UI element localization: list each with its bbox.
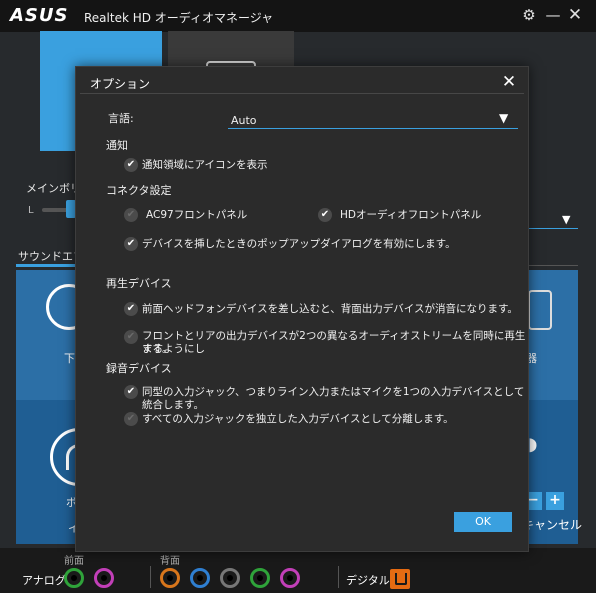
multistream-option-cont[interactable]: ます。: [142, 343, 172, 356]
rear-pink-jack[interactable]: [280, 568, 300, 588]
jack-divider: [338, 566, 339, 588]
rear-green-jack[interactable]: [250, 568, 270, 588]
minimize-icon[interactable]: —: [544, 6, 562, 24]
checkmark-icon[interactable]: ✔: [124, 330, 138, 344]
jack-divider: [150, 566, 151, 588]
dropdown-arrow-icon[interactable]: ▼: [562, 213, 570, 226]
language-select-underline: [228, 128, 518, 129]
rear-jacks-label: 背面: [160, 556, 180, 567]
analog-label: アナログ: [22, 574, 66, 587]
hd-front-panel-option[interactable]: HDオーディオフロントパネル: [340, 209, 481, 222]
popup-dialog-option[interactable]: デバイスを挿したときのポップアップダイアログを有効にします。: [142, 238, 456, 251]
front-green-jack[interactable]: [64, 568, 84, 588]
close-icon[interactable]: ✕: [566, 6, 584, 24]
ac97-front-panel-option[interactable]: AC97フロントパネル: [146, 209, 247, 222]
recording-heading: 録音デバイス: [106, 362, 172, 375]
connector-heading: コネクタ設定: [106, 184, 172, 197]
app-title: Realtek HD オーディオマネージャ: [84, 11, 274, 25]
dropdown-arrow-icon[interactable]: ▼: [499, 111, 508, 125]
checkmark-icon[interactable]: ✔: [124, 412, 138, 426]
close-icon[interactable]: ✕: [498, 71, 520, 93]
rear-orange-jack[interactable]: [160, 568, 180, 588]
gear-icon[interactable]: ⚙: [520, 6, 538, 24]
language-label: 言語:: [108, 112, 134, 125]
checkmark-icon[interactable]: ✔: [124, 208, 138, 222]
checkmark-icon[interactable]: ✔: [124, 385, 138, 399]
notify-heading: 通知: [106, 139, 128, 152]
digital-label: デジタル: [346, 574, 390, 587]
tab-active-indicator: [16, 264, 84, 267]
front-jacks-label: 前面: [64, 556, 84, 567]
merge-inputs-option[interactable]: 同型の入力ジャック、つまりライン入力またはマイクを1つの入力デバイスとして統合し…: [142, 386, 528, 412]
checkmark-icon[interactable]: ✔: [124, 237, 138, 251]
playback-heading: 再生デバイス: [106, 277, 172, 290]
show-tray-icon-option[interactable]: 通知領域にアイコンを表示: [142, 159, 267, 172]
dialog-divider: [80, 93, 524, 94]
checkmark-icon[interactable]: ✔: [124, 302, 138, 316]
checkmark-icon[interactable]: ✔: [318, 208, 332, 222]
brand-logo: ASUS: [10, 5, 69, 26]
options-dialog: オプション ✕ 言語: Auto ▼ 通知 ✔ 通知領域にアイコンを表示 コネク…: [75, 66, 529, 552]
increase-button[interactable]: +: [546, 492, 564, 510]
mute-rear-option[interactable]: 前面ヘッドフォンデバイスを差し込むと、背面出力デバイスが消音になります。: [142, 303, 518, 316]
dialog-title: オプション: [90, 77, 151, 91]
volume-left-label: L: [28, 205, 34, 216]
separate-inputs-option[interactable]: すべての入力ジャックを独立した入力デバイスとして分離します。: [142, 413, 454, 426]
front-pink-jack[interactable]: [94, 568, 114, 588]
title-bar: ASUS Realtek HD オーディオマネージャ ⚙ — ✕: [0, 0, 596, 32]
optical-port-icon[interactable]: [390, 569, 410, 589]
effect-label: 下: [64, 352, 75, 365]
rear-blue-jack[interactable]: [190, 568, 210, 588]
rear-black-jack[interactable]: [220, 568, 240, 588]
multistream-option[interactable]: フロントとリアの出力デバイスが2つの異なるオーディオストリームを同時に再生するよ…: [142, 330, 528, 356]
effect-icon[interactable]: ◗: [528, 434, 537, 455]
ok-button[interactable]: OK: [454, 512, 512, 532]
language-value[interactable]: Auto: [231, 114, 257, 127]
checkmark-icon[interactable]: ✔: [124, 158, 138, 172]
jack-bar: [0, 548, 596, 593]
equalizer-icon[interactable]: [528, 290, 552, 330]
cancel-button[interactable]: キャンセル: [522, 516, 582, 533]
